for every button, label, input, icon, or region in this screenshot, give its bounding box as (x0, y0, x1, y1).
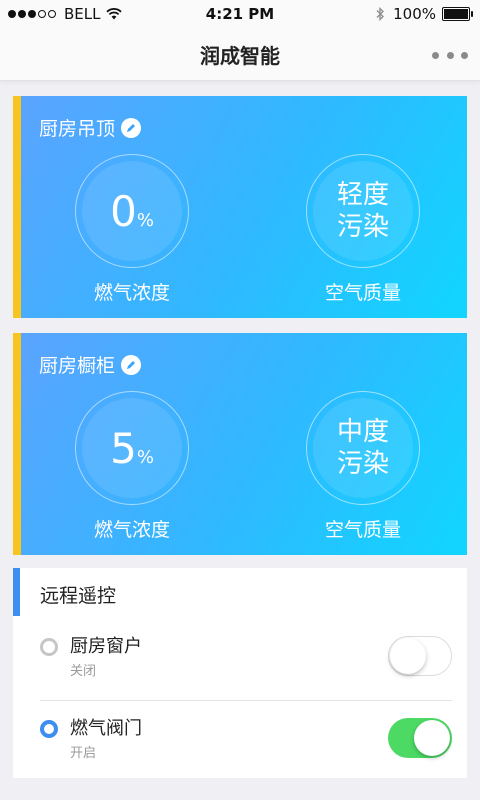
toggle-knob (414, 720, 450, 756)
device-row-gas-valve: 燃气阀门 开启 (13, 708, 467, 784)
air-quality-value: 中度 污染 (336, 417, 389, 479)
gas-concentration-circle: 0% (75, 154, 189, 268)
air-quality-label: 空气质量 (324, 519, 401, 541)
remote-title: 远程遥控 (40, 585, 117, 607)
remote-header: 远程遥控 (13, 568, 467, 616)
sensor-card-kitchen-cabinet[interactable]: 厨房橱柜 5% 燃气浓度 中度 污染 空气质量 (13, 333, 467, 555)
battery-percentage: 100% (393, 5, 436, 23)
status-right: 100% (375, 5, 473, 23)
device-status: 开启 (70, 746, 97, 761)
edit-icon[interactable] (121, 117, 142, 138)
gas-concentration-label: 燃气浓度 (93, 282, 170, 304)
air-quality-circle: 轻度 污染 (306, 154, 420, 268)
status-indicator-icon (40, 720, 58, 738)
kitchen-window-toggle[interactable] (388, 636, 452, 676)
nav-bar: 润成智能 (0, 28, 480, 81)
card-title-text: 厨房橱柜 (39, 355, 116, 377)
more-button[interactable] (432, 46, 468, 64)
card-title: 厨房吊顶 (39, 114, 142, 141)
sensor-card-kitchen-ceiling[interactable]: 厨房吊顶 0% 燃气浓度 轻度 污染 空气质量 (13, 96, 467, 318)
gas-concentration-circle: 5% (75, 391, 189, 505)
remote-control-panel: 远程遥控 厨房窗户 关闭 燃气阀门 开启 (13, 568, 467, 778)
air-quality-value: 轻度 污染 (336, 180, 389, 242)
device-name: 燃气阀门 (70, 718, 142, 739)
air-quality-label: 空气质量 (324, 282, 401, 304)
edit-icon[interactable] (121, 354, 142, 375)
card-title: 厨房橱柜 (39, 351, 142, 378)
device-status: 关闭 (70, 664, 97, 679)
gas-concentration-value: 0% (110, 186, 154, 236)
divider (40, 700, 452, 701)
toggle-knob (390, 637, 426, 674)
status-bar: BELL 4:21 PM 100% (0, 0, 480, 28)
gas-valve-toggle[interactable] (388, 718, 452, 758)
section-accent-bar (13, 568, 20, 616)
device-row-kitchen-window: 厨房窗户 关闭 (13, 626, 467, 702)
page-title: 润成智能 (200, 44, 280, 68)
device-name: 厨房窗户 (70, 636, 142, 657)
gas-concentration-label: 燃气浓度 (93, 519, 170, 541)
bluetooth-icon (376, 7, 385, 21)
battery-icon (442, 7, 473, 21)
card-title-text: 厨房吊顶 (39, 118, 116, 140)
more-icon (432, 51, 439, 59)
status-indicator-icon (40, 638, 58, 656)
air-quality-circle: 中度 污染 (306, 391, 420, 505)
gas-concentration-value: 5% (110, 423, 154, 473)
